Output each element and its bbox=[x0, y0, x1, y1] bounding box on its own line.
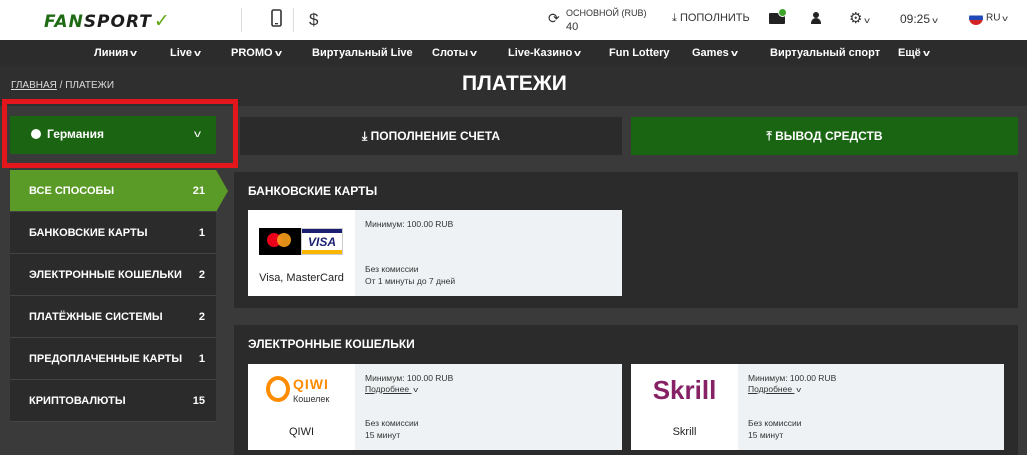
deposit-top-button[interactable]: ⤓ ПОПОЛНИТЬ bbox=[672, 12, 750, 25]
chevron-down-icon: v bbox=[922, 48, 930, 58]
breadcrumb: ГЛАВНАЯ / ПЛАТЕЖИ bbox=[11, 80, 115, 91]
fansport-logo[interactable]: FANSPORT ✓ bbox=[44, 10, 171, 32]
tab-deposit[interactable]: ⤓ ПОПОЛНЕНИЕ СЧЕТА bbox=[240, 117, 622, 155]
chevron-down-icon: v bbox=[274, 48, 282, 58]
method-info: Минимум: 100.00 RUB Подробнее v Без коми… bbox=[738, 364, 1004, 450]
country-selector[interactable]: Германия v bbox=[10, 116, 216, 154]
qiwi-circle-icon bbox=[266, 376, 290, 402]
chevron-down-icon: v bbox=[194, 48, 202, 58]
nav-item-live-casino[interactable]: Live-Казино v bbox=[508, 47, 582, 59]
settings-gear-icon[interactable]: ⚙ v bbox=[849, 9, 871, 27]
breadcrumb-current: ПЛАТЕЖИ bbox=[65, 80, 115, 91]
download-icon: ⤓ bbox=[361, 129, 368, 143]
nav-item-promo[interactable]: PROMO v bbox=[231, 47, 282, 59]
nav-item-games[interactable]: Games v bbox=[692, 47, 738, 59]
clock-time[interactable]: 09:25 v bbox=[900, 12, 938, 26]
language-selector[interactable]: RU v bbox=[969, 11, 1009, 25]
sidebar-item-e-wallets[interactable]: ЭЛЕКТРОННЫЕ КОШЕЛЬКИ 2 bbox=[10, 254, 216, 296]
method-name: Visa, MasterCard bbox=[259, 272, 344, 284]
nav-item-slots[interactable]: Слоты v bbox=[432, 47, 478, 59]
method-name: QIWI bbox=[288, 426, 315, 438]
russia-flag-icon bbox=[969, 11, 983, 25]
nav-item-virtual-sport[interactable]: Виртуальный спорт bbox=[770, 47, 880, 59]
mobile-phone-icon[interactable] bbox=[271, 9, 282, 33]
nav-item-fun-lottery[interactable]: Fun Lottery bbox=[609, 47, 670, 59]
nav-item-live[interactable]: Live v bbox=[170, 47, 202, 59]
chevron-down-icon: v bbox=[470, 48, 478, 58]
user-icon[interactable] bbox=[811, 12, 821, 24]
top-bar: FANSPORT ✓ $ ⟳ ОСНОВНОЙ (RUB) 40 ⤓ ПОПОЛН… bbox=[0, 0, 1027, 40]
sidebar-item-crypto[interactable]: КРИПТОВАЛЮТЫ 15 bbox=[10, 380, 216, 422]
chevron-down-icon: v bbox=[194, 129, 201, 140]
notification-dot bbox=[778, 8, 787, 17]
tab-withdraw[interactable]: ⤒ ВЫВОД СРЕДСТВ bbox=[631, 117, 1018, 155]
sidebar-item-all[interactable]: ВСЕ СПОСОБЫ 21 bbox=[10, 170, 228, 212]
refresh-icon[interactable]: ⟳ bbox=[548, 10, 560, 27]
upload-icon: ⤒ bbox=[766, 129, 772, 143]
divider bbox=[293, 8, 294, 32]
section-title: ЭЛЕКТРОННЫЕ КОШЕЛЬКИ bbox=[248, 337, 415, 351]
payment-method-card[interactable]: VISA Visa, MasterCard Минимум: 100.00 RU… bbox=[248, 210, 622, 296]
sidebar-item-payment-systems[interactable]: ПЛАТЁЖНЫЕ СИСТЕМЫ 2 bbox=[10, 296, 216, 338]
download-icon: ⤓ bbox=[672, 12, 677, 24]
globe-icon bbox=[31, 129, 41, 139]
more-details-link[interactable]: Подробнее v bbox=[365, 384, 419, 394]
balance-amount: 40 bbox=[566, 21, 579, 33]
nav-item-more[interactable]: Ещё v bbox=[898, 47, 930, 59]
sidebar-item-bank-cards[interactable]: БАНКОВСКИЕ КАРТЫ 1 bbox=[10, 212, 216, 254]
visa-icon: VISA bbox=[301, 228, 343, 255]
chevron-down-icon: v bbox=[130, 48, 138, 58]
method-info: Минимум: 100.00 RUB Подробнее v Без коми… bbox=[355, 364, 622, 450]
more-details-link[interactable]: Подробнее v bbox=[748, 384, 802, 394]
chevron-down-icon: v bbox=[730, 48, 738, 58]
mail-icon[interactable] bbox=[769, 8, 787, 24]
method-name: Skrill bbox=[672, 426, 697, 438]
payment-method-card-qiwi[interactable]: QIWI Кошелек QIWI Минимум: 100.00 RUB По… bbox=[248, 364, 622, 450]
payment-method-card-skrill[interactable]: Skrill Skrill Минимум: 100.00 RUB Подроб… bbox=[631, 364, 1004, 450]
sidebar-item-prepaid-cards[interactable]: ПРЕДОПЛАЧЕННЫЕ КАРТЫ 1 bbox=[10, 338, 216, 380]
balance-label: ОСНОВНОЙ (RUB) bbox=[566, 8, 647, 18]
page-title: ПЛАТЕЖИ bbox=[462, 72, 567, 95]
payment-category-sidebar: ВСЕ СПОСОБЫ 21 БАНКОВСКИЕ КАРТЫ 1 ЭЛЕКТРОН… bbox=[10, 170, 228, 422]
section-title: БАНКОВСКИЕ КАРТЫ bbox=[248, 184, 378, 198]
chevron-down-icon: v bbox=[796, 387, 802, 394]
method-info: Минимум: 100.00 RUB Без комиссии От 1 ми… bbox=[355, 210, 622, 296]
chevron-down-icon: v bbox=[864, 16, 871, 25]
divider bbox=[241, 8, 242, 32]
logo-swoosh-icon: ✓ bbox=[153, 10, 171, 32]
nav-item-line[interactable]: Линия v bbox=[94, 47, 138, 59]
chevron-down-icon: v bbox=[1002, 13, 1009, 23]
chevron-down-icon: v bbox=[574, 48, 582, 58]
breadcrumb-home-link[interactable]: ГЛАВНАЯ bbox=[11, 80, 57, 91]
chevron-down-icon: v bbox=[413, 387, 419, 394]
chevron-down-icon: v bbox=[932, 16, 938, 25]
section-bank-cards: БАНКОВСКИЕ КАРТЫ VISA Visa, MasterCard М… bbox=[234, 172, 1018, 308]
main-nav: Линия v Live v PROMO v Виртуальный Live Сло… bbox=[0, 40, 1027, 66]
nav-item-virtual-live[interactable]: Виртуальный Live bbox=[312, 47, 413, 59]
dollar-icon[interactable]: $ bbox=[309, 9, 318, 31]
mastercard-icon bbox=[259, 228, 301, 255]
section-e-wallets: ЭЛЕКТРОННЫЕ КОШЕЛЬКИ QIWI Кошелек QIWI М… bbox=[234, 325, 1018, 455]
